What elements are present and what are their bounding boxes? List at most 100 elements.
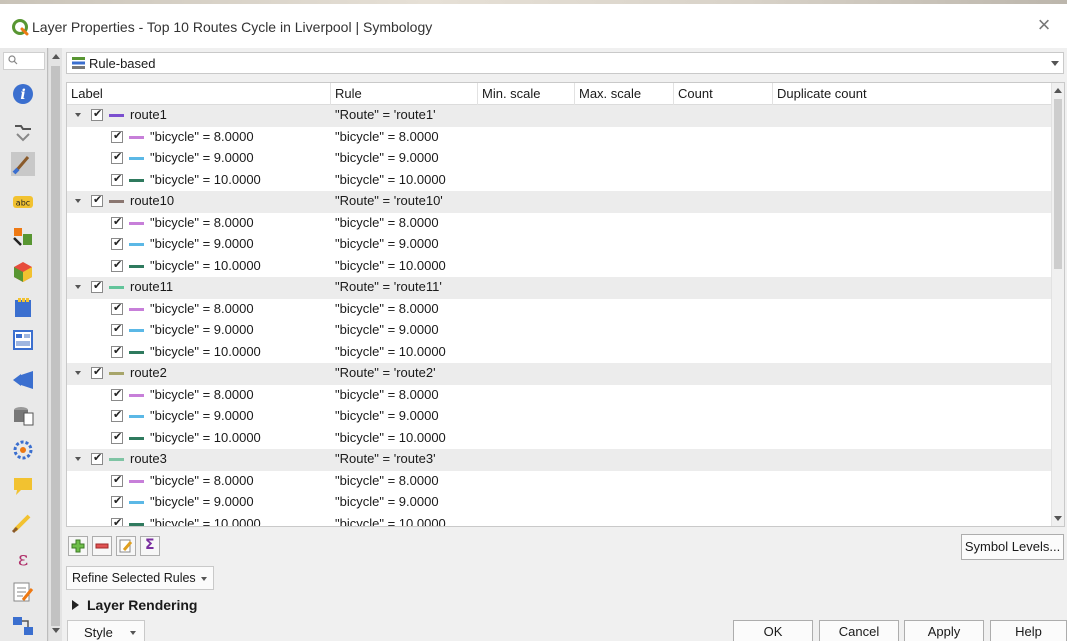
count-features-button[interactable]: Σ [140,536,160,556]
rule-group-row[interactable]: route11 "Route" = 'route11' [67,277,1052,299]
rule-row[interactable]: "bicycle" = 10.0000 "bicycle" = 10.0000 [67,256,1052,278]
rule-checkbox[interactable] [111,301,123,315]
rule-checkbox[interactable] [91,365,103,379]
rule-row[interactable]: "bicycle" = 9.0000 "bicycle" = 9.0000 [67,148,1052,170]
rule-expression: "bicycle" = 10.0000 [335,257,446,273]
rule-checkbox[interactable] [91,279,103,293]
symbol-swatch [129,522,144,526]
fields-icon[interactable] [11,328,35,352]
3d-view-icon[interactable] [11,260,35,284]
column-header-count[interactable]: Count [674,83,773,105]
tree-scrollbar[interactable] [1051,83,1064,526]
rule-row[interactable]: "bicycle" = 9.0000 "bicycle" = 9.0000 [67,320,1052,342]
ok-button[interactable]: OK [733,620,813,641]
rule-row[interactable]: "bicycle" = 10.0000 "bicycle" = 10.0000 [67,170,1052,192]
sidebar-scrollbar[interactable] [49,48,62,641]
rule-checkbox[interactable] [111,408,123,422]
rule-checkbox[interactable] [91,193,103,207]
cancel-button[interactable]: Cancel [819,620,899,641]
rule-row[interactable]: "bicycle" = 10.0000 "bicycle" = 10.0000 [67,514,1052,526]
rule-checkbox[interactable] [111,258,123,272]
rule-checkbox[interactable] [111,150,123,164]
collapse-arrow-icon[interactable] [75,285,81,289]
rule-row[interactable]: "bicycle" = 9.0000 "bicycle" = 9.0000 [67,492,1052,514]
refine-rules-dropdown[interactable]: Refine Selected Rules [66,566,214,590]
column-header-rule[interactable]: Rule [331,83,478,105]
rule-checkbox[interactable] [111,322,123,336]
source-icon[interactable] [11,120,35,144]
apply-button[interactable]: Apply [904,620,984,641]
rule-group-row[interactable]: route1 "Route" = 'route1' [67,105,1052,127]
diagrams-icon[interactable] [11,296,35,320]
attributes-form-icon[interactable] [11,368,35,392]
rule-checkbox[interactable] [111,494,123,508]
close-icon[interactable]: × [1033,14,1055,36]
rule-expression: "Route" = 'route1' [335,107,436,122]
rule-checkbox[interactable] [111,387,123,401]
rule-row[interactable]: "bicycle" = 8.0000 "bicycle" = 8.0000 [67,213,1052,235]
scroll-down-icon[interactable] [52,628,60,633]
scroll-down-icon[interactable] [1054,516,1062,521]
window-title: Layer Properties - Top 10 Routes Cycle i… [32,19,433,35]
auxiliary-storage-icon[interactable] [11,438,35,462]
rule-row[interactable]: "bicycle" = 8.0000 "bicycle" = 8.0000 [67,299,1052,321]
display-icon[interactable] [11,510,35,534]
remove-rule-button[interactable] [92,536,112,556]
tree-scroll-thumb[interactable] [1054,99,1062,269]
rendering-icon[interactable]: ε [11,546,35,570]
symbology-icon[interactable] [11,152,35,176]
rules-tree[interactable]: Label Rule Min. scale Max. scale Count D… [66,82,1065,527]
layer-rendering-section[interactable]: Layer Rendering [72,597,197,613]
rule-group-row[interactable]: route10 "Route" = 'route10' [67,191,1052,213]
rule-row[interactable]: "bicycle" = 10.0000 "bicycle" = 10.0000 [67,342,1052,364]
style-dropdown[interactable]: Style [67,620,145,641]
symbol-swatch [129,178,144,182]
rule-row[interactable]: "bicycle" = 8.0000 "bicycle" = 8.0000 [67,385,1052,407]
rule-checkbox[interactable] [111,516,123,526]
rule-row[interactable]: "bicycle" = 9.0000 "bicycle" = 9.0000 [67,234,1052,256]
scroll-up-icon[interactable] [1054,88,1062,93]
metadata-icon[interactable] [11,580,35,604]
rule-group-row[interactable]: route2 "Route" = 'route2' [67,363,1052,385]
rule-row[interactable]: "bicycle" = 8.0000 "bicycle" = 8.0000 [67,471,1052,493]
rule-checkbox[interactable] [111,430,123,444]
column-header-label[interactable]: Label [67,83,331,105]
collapse-arrow-icon[interactable] [75,113,81,117]
edit-rule-button[interactable] [116,536,136,556]
rule-row[interactable]: "bicycle" = 8.0000 "bicycle" = 8.0000 [67,127,1052,149]
rule-checkbox[interactable] [111,236,123,250]
help-button[interactable]: Help [990,620,1067,641]
sidebar-scroll-thumb[interactable] [51,66,60,626]
rule-checkbox[interactable] [111,215,123,229]
collapse-arrow-icon[interactable] [75,457,81,461]
renderer-type-select[interactable]: Rule-based [66,52,1064,74]
dependencies-icon[interactable] [11,614,35,638]
rule-checkbox[interactable] [111,473,123,487]
symbol-levels-button[interactable]: Symbol Levels... [961,534,1064,560]
rule-checkbox[interactable] [111,344,123,358]
rule-checkbox[interactable] [91,451,103,465]
rule-row[interactable]: "bicycle" = 9.0000 "bicycle" = 9.0000 [67,406,1052,428]
column-header-max-scale[interactable]: Max. scale [575,83,674,105]
add-rule-button[interactable] [68,536,88,556]
actions-icon[interactable] [11,474,35,498]
collapse-arrow-icon[interactable] [75,199,81,203]
rule-expression: "bicycle" = 8.0000 [335,214,439,230]
scroll-up-icon[interactable] [52,54,60,59]
symbol-swatch [129,264,144,268]
rule-row[interactable]: "bicycle" = 10.0000 "bicycle" = 10.0000 [67,428,1052,450]
masks-icon[interactable] [11,224,35,248]
rule-checkbox[interactable] [91,107,103,121]
joins-icon[interactable] [11,404,35,428]
refine-rules-label: Refine Selected Rules [72,571,196,585]
labels-icon[interactable]: abc [11,190,35,214]
column-header-min-scale[interactable]: Min. scale [478,83,575,105]
rule-group-row[interactable]: route3 "Route" = 'route3' [67,449,1052,471]
rule-checkbox[interactable] [111,129,123,143]
collapse-arrow-icon[interactable] [75,371,81,375]
column-header-duplicate-count[interactable]: Duplicate count [773,83,1052,105]
symbol-swatch [129,307,144,311]
information-icon[interactable]: i [11,82,35,106]
sidebar-search-input[interactable] [3,52,45,70]
rule-checkbox[interactable] [111,172,123,186]
